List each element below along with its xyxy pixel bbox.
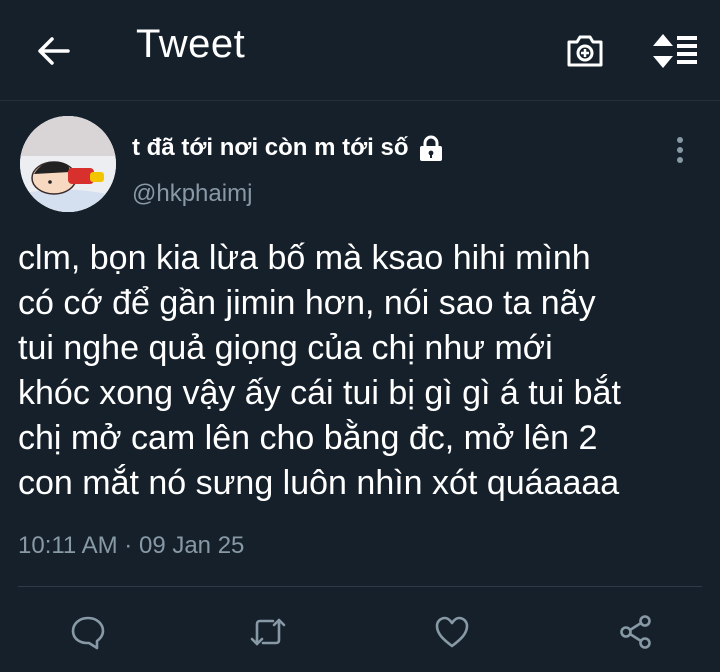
reply-button[interactable] (66, 610, 110, 654)
avatar-image (20, 116, 116, 212)
tweet-date: 09 Jan 25 (138, 532, 245, 559)
reply-icon (71, 616, 105, 650)
tweet-time: 10:11 AM (18, 532, 118, 559)
retweet-icon (250, 618, 286, 646)
lock-icon (417, 134, 445, 162)
retweet-button[interactable] (246, 610, 290, 654)
sort-icon (653, 34, 697, 68)
meta-separator: · (124, 532, 133, 559)
divider (18, 586, 702, 587)
share-icon (620, 615, 651, 649)
tweet-timestamp: 10:11 AM · 09 Jan 25 (18, 532, 244, 560)
display-name[interactable]: t đã tới nơi còn m tới số (132, 134, 445, 162)
avatar[interactable] (20, 116, 116, 212)
handle[interactable]: @hkphaimj (132, 180, 252, 208)
camera-button[interactable] (562, 28, 608, 74)
sort-button[interactable] (648, 28, 702, 74)
back-button[interactable] (30, 28, 76, 74)
more-options-button[interactable] (662, 132, 698, 168)
share-button[interactable] (614, 610, 658, 654)
camera-icon (567, 35, 603, 67)
top-app-bar: Tweet (0, 0, 720, 101)
more-vertical-icon (677, 137, 683, 163)
like-icon (435, 616, 469, 648)
arrow-left-icon (38, 37, 70, 65)
page-title: Tweet (136, 22, 246, 66)
like-button[interactable] (430, 610, 474, 654)
tweet-text: clm, bọn kia lừa bố mà ksao hihi mình có… (18, 239, 621, 502)
display-name-text: t đã tới nơi còn m tới số (132, 134, 409, 161)
